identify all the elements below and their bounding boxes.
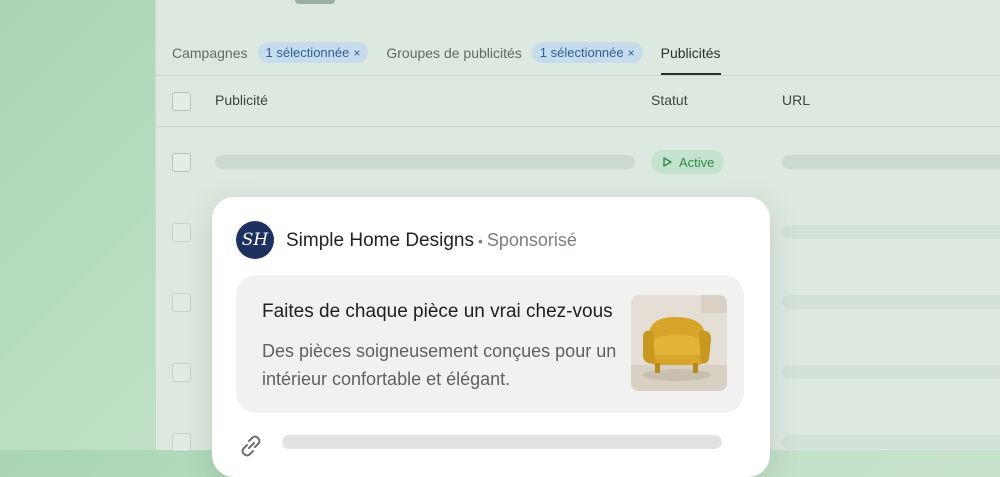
- row-checkbox[interactable]: [172, 433, 191, 452]
- yellow-armchair-image: [631, 295, 727, 391]
- status-label: Active: [679, 154, 715, 170]
- url-placeholder: [782, 155, 1000, 169]
- column-header-ad[interactable]: Publicité: [215, 92, 268, 108]
- advertiser-name: Simple Home Designs: [286, 230, 474, 251]
- url-placeholder: [782, 295, 1000, 309]
- row-checkbox[interactable]: [172, 293, 191, 312]
- separator-dot: •: [477, 233, 483, 249]
- tab-ad-groups[interactable]: Groupes de publicités: [386, 45, 521, 61]
- ad-url-placeholder: [282, 435, 722, 449]
- advertiser-avatar: SH: [236, 221, 274, 259]
- armchair-icon: [631, 295, 727, 391]
- column-header-status[interactable]: Statut: [651, 92, 688, 108]
- campaigns-chip-label: 1 sélectionnée: [265, 45, 350, 60]
- page-title-fragment: [295, 0, 335, 4]
- tab-ads[interactable]: Publicités: [660, 45, 721, 75]
- row-checkbox[interactable]: [172, 153, 191, 172]
- sponsored-label: Sponsorisé: [486, 230, 577, 250]
- ad-description: Des pièces soigneusement conçues pour un…: [262, 341, 617, 389]
- url-placeholder: [782, 365, 1000, 379]
- ad-preview-card[interactable]: SH Simple Home Designs • Sponsorisé Faites…: [212, 197, 770, 477]
- campaigns-filter-chip[interactable]: 1 sélectionnée ×: [257, 42, 369, 63]
- play-icon: [663, 157, 672, 167]
- select-all-checkbox[interactable]: [172, 92, 191, 111]
- ad-content[interactable]: Faites de chaque pièce un vrai chez-vous…: [236, 275, 744, 413]
- row-checkbox[interactable]: [172, 363, 191, 382]
- close-icon[interactable]: ×: [353, 46, 360, 60]
- row-checkbox[interactable]: [172, 223, 191, 242]
- adgroups-chip-label: 1 sélectionnée: [539, 45, 624, 60]
- divider: [155, 75, 1000, 76]
- status-badge: Active: [651, 150, 725, 174]
- ad-name-placeholder: [215, 155, 635, 169]
- tab-campaigns[interactable]: Campagnes: [172, 45, 248, 61]
- link-icon: [241, 435, 261, 457]
- advertiser-line: Simple Home Designs • Sponsorisé: [286, 230, 577, 252]
- close-icon[interactable]: ×: [628, 46, 635, 60]
- column-header-url[interactable]: URL: [782, 92, 810, 108]
- filter-bar: Campagnes 1 sélectionnée × Groupes de pu…: [172, 30, 721, 75]
- ad-headline: Faites de chaque pièce un vrai chez-vous: [262, 301, 613, 322]
- url-placeholder: [782, 435, 1000, 449]
- divider: [155, 126, 1000, 127]
- adgroups-filter-chip[interactable]: 1 sélectionnée ×: [531, 42, 643, 63]
- url-placeholder: [782, 225, 1000, 239]
